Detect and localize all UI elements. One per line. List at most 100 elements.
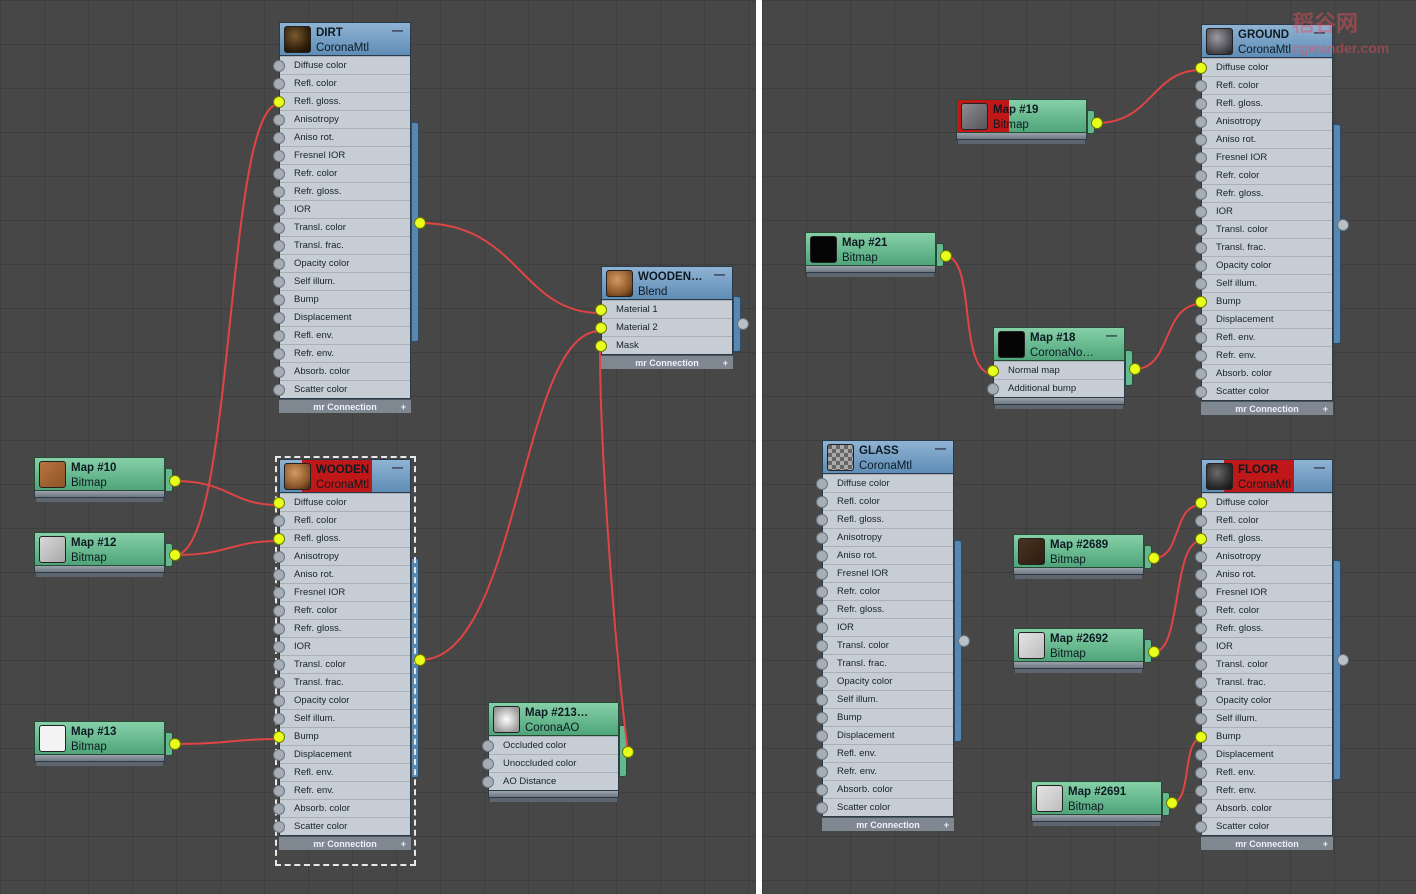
- input-socket[interactable]: [816, 730, 828, 742]
- material-slot[interactable]: Refl. env.: [1195, 763, 1332, 781]
- material-slot[interactable]: Diffuse color: [273, 56, 410, 74]
- material-slot[interactable]: Anisotropy: [816, 528, 953, 546]
- material-slot[interactable]: Refl. color: [1195, 511, 1332, 529]
- input-socket[interactable]: [1195, 515, 1207, 527]
- material-slot[interactable]: Refr. color: [816, 582, 953, 600]
- material-slot[interactable]: Refr. env.: [816, 762, 953, 780]
- material-slot[interactable]: Absorb. color: [1195, 364, 1332, 382]
- dirt-output-socket[interactable]: [414, 217, 426, 229]
- material-slot[interactable]: Opacity color: [1195, 256, 1332, 274]
- input-socket[interactable]: [273, 731, 285, 743]
- material-slot[interactable]: Transl. frac.: [1195, 238, 1332, 256]
- input-socket[interactable]: [273, 623, 285, 635]
- input-socket[interactable]: [273, 366, 285, 378]
- material-slot[interactable]: Bump: [273, 290, 410, 308]
- input-socket[interactable]: [273, 749, 285, 761]
- input-socket[interactable]: [816, 748, 828, 760]
- material-slot[interactable]: Transl. color: [1195, 655, 1332, 673]
- input-socket[interactable]: [273, 497, 285, 509]
- blend-output-socket[interactable]: [737, 318, 749, 330]
- material-slot[interactable]: Aniso rot.: [273, 128, 410, 146]
- material-slot[interactable]: Refr. color: [1195, 166, 1332, 184]
- material-slot[interactable]: Aniso rot.: [273, 565, 410, 583]
- input-socket[interactable]: [273, 384, 285, 396]
- input-socket[interactable]: [816, 496, 828, 508]
- map2689-output-socket[interactable]: [1148, 552, 1160, 564]
- input-socket[interactable]: [273, 78, 285, 90]
- material-slot[interactable]: Self illum.: [1195, 709, 1332, 727]
- input-socket[interactable]: [1195, 224, 1207, 236]
- material-slot[interactable]: Fresnel IOR: [273, 146, 410, 164]
- material-slot[interactable]: Opacity color: [273, 691, 410, 709]
- material-slot[interactable]: Additional bump: [987, 379, 1124, 397]
- input-socket[interactable]: [273, 258, 285, 270]
- input-socket[interactable]: [482, 758, 494, 770]
- input-socket[interactable]: [816, 658, 828, 670]
- input-socket[interactable]: [273, 294, 285, 306]
- material-slot[interactable]: Refl. color: [273, 511, 410, 529]
- material-slot[interactable]: IOR: [273, 200, 410, 218]
- input-socket[interactable]: [1195, 731, 1207, 743]
- material-slot[interactable]: Refr. gloss.: [816, 600, 953, 618]
- material-slot[interactable]: Refr. env.: [273, 781, 410, 799]
- input-socket[interactable]: [1195, 386, 1207, 398]
- input-socket[interactable]: [1195, 260, 1207, 272]
- material-slot[interactable]: Refr. gloss.: [1195, 619, 1332, 637]
- input-socket[interactable]: [1195, 785, 1207, 797]
- input-socket[interactable]: [1195, 533, 1207, 545]
- material-slot[interactable]: Refr. color: [273, 164, 410, 182]
- map19-bitmap-node[interactable]: Map #19 Bitmap: [956, 99, 1087, 144]
- input-socket[interactable]: [273, 168, 285, 180]
- input-socket[interactable]: [816, 622, 828, 634]
- material-slot[interactable]: Fresnel IOR: [816, 564, 953, 582]
- input-socket[interactable]: [273, 641, 285, 653]
- material-slot[interactable]: Absorb. color: [273, 362, 410, 380]
- material-slot[interactable]: Diffuse color: [1195, 493, 1332, 511]
- input-socket[interactable]: [273, 551, 285, 563]
- material-slot[interactable]: Scatter color: [1195, 382, 1332, 400]
- input-socket[interactable]: [1195, 695, 1207, 707]
- mr-connection-footer[interactable]: mr Connection +: [279, 399, 411, 413]
- map2689-bitmap-node[interactable]: Map #2689 Bitmap: [1013, 534, 1144, 579]
- material-slot[interactable]: IOR: [273, 637, 410, 655]
- input-socket[interactable]: [1195, 368, 1207, 380]
- input-socket[interactable]: [987, 383, 999, 395]
- material-slot[interactable]: Self illum.: [273, 272, 410, 290]
- input-socket[interactable]: [816, 514, 828, 526]
- input-socket[interactable]: [816, 586, 828, 598]
- material-slot[interactable]: Material 1: [595, 300, 732, 318]
- material-slot[interactable]: Anisotropy: [1195, 112, 1332, 130]
- material-slot[interactable]: Diffuse color: [816, 474, 953, 492]
- input-socket[interactable]: [816, 784, 828, 796]
- material-slot[interactable]: Absorb. color: [816, 780, 953, 798]
- input-socket[interactable]: [482, 740, 494, 752]
- map18-output-socket[interactable]: [1129, 363, 1141, 375]
- material-slot[interactable]: Displacement: [273, 308, 410, 326]
- material-slot[interactable]: Refr. env.: [1195, 781, 1332, 799]
- input-socket[interactable]: [1195, 551, 1207, 563]
- input-socket[interactable]: [1195, 80, 1207, 92]
- input-socket[interactable]: [595, 322, 607, 334]
- map10-output-socket[interactable]: [169, 475, 181, 487]
- material-slot[interactable]: Diffuse color: [273, 493, 410, 511]
- map213-coronaao-node[interactable]: Map #213… CoronaAO Occluded color Unocclu…: [482, 702, 619, 802]
- input-socket[interactable]: [1195, 278, 1207, 290]
- input-socket[interactable]: [816, 532, 828, 544]
- material-slot[interactable]: Refl. color: [1195, 76, 1332, 94]
- map2692-bitmap-node[interactable]: Map #2692 Bitmap: [1013, 628, 1144, 673]
- mr-connection-footer[interactable]: mr Connection +: [1201, 836, 1333, 850]
- material-slot[interactable]: Bump: [273, 727, 410, 745]
- dirt-material-node[interactable]: DIRT CoronaMtl — Diffuse color Refl. colo…: [273, 22, 411, 413]
- map2691-output-socket[interactable]: [1166, 797, 1178, 809]
- ground-output-socket[interactable]: [1337, 219, 1349, 231]
- collapse-icon[interactable]: —: [392, 25, 403, 37]
- input-socket[interactable]: [273, 330, 285, 342]
- map21-bitmap-node[interactable]: Map #21 Bitmap: [805, 232, 936, 277]
- input-socket[interactable]: [273, 222, 285, 234]
- input-socket[interactable]: [1195, 749, 1207, 761]
- input-socket[interactable]: [1195, 296, 1207, 308]
- material-slot[interactable]: Refl. gloss.: [273, 92, 410, 110]
- material-slot[interactable]: Displacement: [1195, 310, 1332, 328]
- map21-output-socket[interactable]: [940, 250, 952, 262]
- input-socket[interactable]: [816, 676, 828, 688]
